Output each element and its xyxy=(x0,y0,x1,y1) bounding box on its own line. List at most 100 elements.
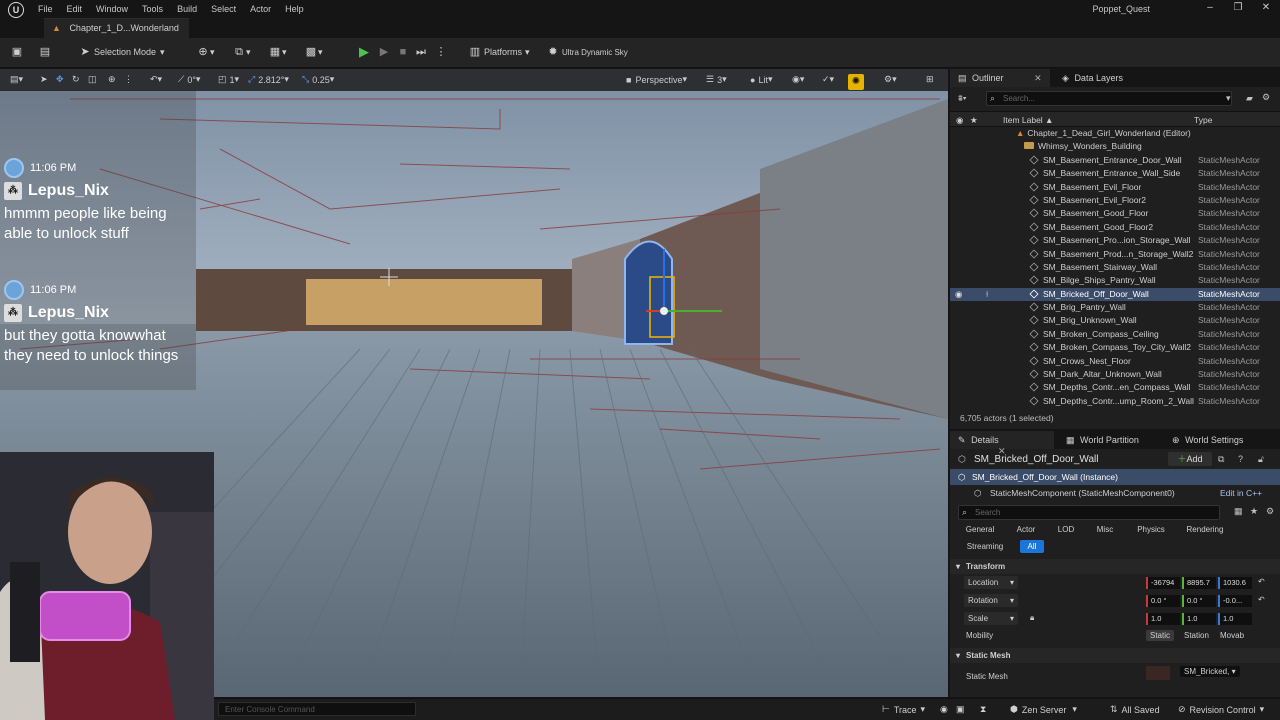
filter-actor[interactable]: Actor xyxy=(1006,523,1046,536)
mesh-thumbnail[interactable] xyxy=(1146,666,1170,680)
gear-icon[interactable]: ⚙ xyxy=(1262,92,1270,103)
close-icon[interactable]: ✕ xyxy=(1034,73,1042,83)
transform-section-header[interactable]: ▾ Transform xyxy=(950,559,1280,574)
show-dropdown[interactable]: ◉▾ xyxy=(792,74,804,85)
details-search-input[interactable]: Search xyxy=(958,505,1220,520)
level-tab[interactable]: ▲ Chapter_1_D...Wonderland xyxy=(44,18,189,38)
unreal-logo-icon[interactable]: U xyxy=(8,1,24,18)
help-icon[interactable]: ? xyxy=(1238,454,1243,464)
filter-physics[interactable]: Physics xyxy=(1130,523,1172,536)
location-x-field[interactable]: -36794 xyxy=(1146,577,1180,589)
outliner-search-input[interactable]: Search... xyxy=(986,91,1232,106)
more-button[interactable]: ⋮ xyxy=(124,74,133,85)
close-icon[interactable]: ✕ xyxy=(1252,0,1280,16)
scale-x-field[interactable]: 1.0 xyxy=(1146,613,1180,625)
menu-select[interactable]: Select xyxy=(211,4,236,14)
add-component-button[interactable]: ＋Add xyxy=(1168,452,1212,466)
content-browser-button[interactable]: ▤ xyxy=(38,45,52,59)
table-row[interactable]: SM_Basement_Prod...n_Storage_Wall2 Static… xyxy=(950,248,1280,261)
save-status[interactable]: ⇅ All Saved xyxy=(1110,704,1160,715)
location-z-field[interactable]: 1030.6 xyxy=(1218,577,1252,589)
menu-edit[interactable]: Edit xyxy=(67,4,83,14)
screenshot-button[interactable]: ▣ xyxy=(956,704,965,715)
blueprint-button[interactable]: ⧉ ▾ xyxy=(232,45,250,59)
tab-outliner[interactable]: ▤ Outliner ✕ xyxy=(950,69,1050,87)
rotation-dropdown[interactable]: Rotation ▾ xyxy=(964,594,1018,607)
table-row[interactable]: SM_Depths_Contr...ump_Room_2_Wall StaticM… xyxy=(950,395,1280,408)
tree-level-row[interactable]: ▲ Chapter_1_Dead_Girl_Wonderland (Editor) xyxy=(950,127,1280,140)
scale-z-field[interactable]: 1.0 xyxy=(1218,613,1252,625)
zen-server-button[interactable]: ⬢ Zen Server ▾ xyxy=(1010,704,1077,715)
actor-name[interactable]: SM_Bricked_Off_Door_Wall xyxy=(974,454,1099,465)
rotation-z-field[interactable]: -0.0... xyxy=(1218,595,1252,607)
table-row[interactable]: SM_Basement_Good_Floor StaticMeshActor xyxy=(950,207,1280,220)
table-row[interactable]: SM_Brig_Pantry_Wall StaticMeshActor xyxy=(950,301,1280,314)
pin-icon[interactable]: ⍿ xyxy=(986,289,988,300)
select-tool[interactable]: ➤ xyxy=(40,74,48,85)
realtime-toggle[interactable]: ✓▾ xyxy=(822,74,834,85)
mobility-stationary-button[interactable]: Station xyxy=(1184,631,1209,640)
derived-data-button[interactable]: ⧗ xyxy=(980,704,986,715)
maximize-icon[interactable]: ❐ xyxy=(1224,0,1252,16)
add-actor-button[interactable]: ⊕ ▾ xyxy=(196,45,214,59)
viewport-options-button[interactable]: ▤▾ xyxy=(10,74,23,85)
lock-icon[interactable]: 🔓︎ xyxy=(1258,454,1264,465)
add-folder-icon[interactable]: ▰ xyxy=(1246,93,1253,104)
cinematics-button[interactable]: ▦ ▾ xyxy=(268,45,287,59)
tab-details[interactable]: ✎ Details ✕ xyxy=(950,431,1054,456)
table-row[interactable]: SM_Basement_Stairway_Wall StaticMeshActor xyxy=(950,261,1280,274)
filter-lod[interactable]: LOD xyxy=(1050,523,1082,536)
edit-cpp-link[interactable]: Edit in C++ xyxy=(1220,488,1262,498)
tab-world-partition[interactable]: ▦ World Partition xyxy=(1058,431,1147,449)
component-instance-row[interactable]: ⬡ SM_Bricked_Off_Door_Wall (Instance) xyxy=(950,469,1280,485)
scale-dropdown[interactable]: Scale ▾ xyxy=(964,612,1018,625)
layout-button[interactable]: ⊞ xyxy=(926,74,934,85)
menu-build[interactable]: Build xyxy=(177,4,197,14)
scale-y-field[interactable]: 1.0 xyxy=(1182,613,1216,625)
world-space-toggle[interactable]: ⊕ xyxy=(108,74,116,85)
location-y-field[interactable]: 8895.7 xyxy=(1182,577,1216,589)
save-button[interactable]: ▣ xyxy=(10,45,24,59)
ultra-dynamic-sky-button[interactable]: ✹ Ultra Dynamic Sky xyxy=(546,45,627,59)
play-options-button[interactable]: ⋮ xyxy=(434,45,448,59)
reset-icon[interactable]: ↶ xyxy=(1258,577,1265,586)
selection-mode-dropdown[interactable]: ➤ Selection Mode ▾ xyxy=(78,45,164,59)
table-row[interactable]: SM_Broken_Compass_Toy_City_Wall2 StaticMe… xyxy=(950,341,1280,354)
filter-icon[interactable]: ⩩▾ xyxy=(958,93,967,104)
mobility-movable-button[interactable]: Movab xyxy=(1220,631,1244,640)
static-mesh-section-header[interactable]: ▾ Static Mesh xyxy=(950,648,1280,663)
surface-snap-toggle[interactable]: ↶▾ xyxy=(150,74,162,85)
table-row[interactable]: SM_Bilge_Ships_Pantry_Wall StaticMeshActo… xyxy=(950,274,1280,287)
record-button[interactable]: ◉ xyxy=(940,704,948,715)
camera-speed-button[interactable]: ⤡ 0.25 ▾ xyxy=(302,74,334,85)
table-row[interactable]: SM_Broken_Compass_Ceiling StaticMeshActor xyxy=(950,328,1280,341)
table-row[interactable]: SM_Basement_Evil_Floor StaticMeshActor xyxy=(950,181,1280,194)
game-view-toggle[interactable]: ✺ xyxy=(848,74,864,90)
chevron-down-icon[interactable]: ▾ xyxy=(1226,93,1231,104)
component-row[interactable]: ⬡ StaticMeshComponent (StaticMeshCompone… xyxy=(950,485,1280,501)
menu-window[interactable]: Window xyxy=(96,4,128,14)
table-view-icon[interactable]: ▦ xyxy=(1234,506,1243,517)
filter-all[interactable]: All xyxy=(1020,540,1044,553)
translate-tool[interactable]: ✥ xyxy=(56,74,64,85)
scale-tool[interactable]: ◫ xyxy=(88,74,97,85)
table-row[interactable]: SM_Dark_Altar_Unknown_Wall StaticMeshActo… xyxy=(950,368,1280,381)
tree-folder-row[interactable]: Whimsy_Wonders_Building xyxy=(950,140,1280,153)
rotation-x-field[interactable]: 0.0 ° xyxy=(1146,595,1180,607)
rotation-snap-toggle[interactable]: ⟋ 0° ▾ xyxy=(178,74,200,85)
filter-rendering[interactable]: Rendering xyxy=(1180,523,1230,536)
stop-button[interactable]: ■ xyxy=(396,45,410,59)
menu-tools[interactable]: Tools xyxy=(142,4,163,14)
build-button[interactable]: ▩ ▾ xyxy=(304,45,323,59)
star-icon[interactable]: ★ xyxy=(970,115,978,126)
rotation-y-field[interactable]: 0.0 ° xyxy=(1182,595,1216,607)
table-row[interactable]: SM_Basement_Good_Floor2 StaticMeshActor xyxy=(950,221,1280,234)
col-type[interactable]: Type xyxy=(1194,115,1212,125)
console-command-input[interactable]: Enter Console Command xyxy=(218,702,416,716)
eye-icon[interactable]: ◉ xyxy=(956,115,963,126)
eye-icon[interactable]: ◉ xyxy=(955,289,962,300)
perspective-dropdown[interactable]: ■ Perspective ▾ xyxy=(626,74,687,85)
play-button[interactable]: ▶ xyxy=(357,45,371,59)
tab-data-layers[interactable]: ◈ Data Layers xyxy=(1054,69,1131,87)
table-row[interactable]: SM_Basement_Evil_Floor2 StaticMeshActor xyxy=(950,194,1280,207)
